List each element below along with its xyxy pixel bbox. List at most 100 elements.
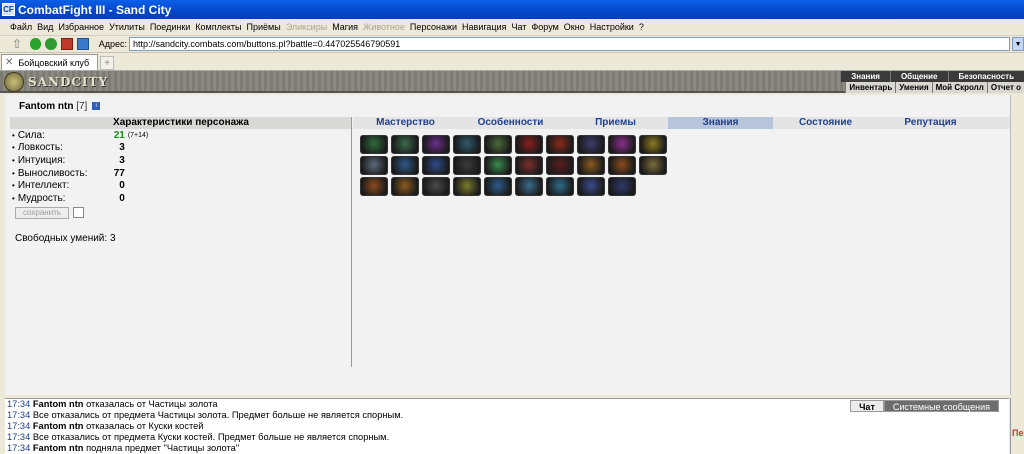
menu-item[interactable]: Приёмы [247, 22, 281, 32]
skill-icon[interactable] [422, 177, 450, 196]
browser-tab[interactable]: ✕ Бойцовский клуб [1, 54, 99, 70]
chat-user[interactable]: Fantom ntn [33, 421, 84, 431]
skill-tab[interactable]: Репутация [878, 117, 983, 129]
skill-icon[interactable] [484, 156, 512, 175]
chat-user[interactable]: Fantom ntn [33, 399, 84, 409]
game-nav-top-item[interactable]: Общение [889, 71, 948, 82]
stat-row: • Интуиция: 3 [10, 154, 352, 167]
skill-tab[interactable]: Мастерство [353, 117, 458, 129]
skill-icon[interactable] [484, 177, 512, 196]
skill-icon[interactable] [515, 177, 543, 196]
game-nav-bottom-item[interactable]: Умения [895, 82, 932, 93]
chat-tabs: Чат Системные сообщения [850, 400, 999, 412]
menu-item[interactable]: Утилиты [109, 22, 145, 32]
stat-name: Интеллект: [17, 180, 70, 192]
game-nav-bottom-item[interactable]: Отчет о [986, 82, 1024, 93]
forward-button-icon[interactable] [45, 38, 58, 50]
skill-icon[interactable] [515, 156, 543, 175]
skill-icon[interactable] [608, 177, 636, 196]
chat-tab[interactable]: Чат [850, 400, 884, 412]
stat-value: 0 [119, 180, 125, 192]
skill-tab[interactable]: Состояние [773, 117, 878, 129]
chat-time[interactable]: 17:34 [7, 399, 30, 409]
menu-item[interactable]: Чат [512, 22, 527, 32]
skill-icon[interactable] [546, 135, 574, 154]
skill-icon[interactable] [391, 177, 419, 196]
chat-time[interactable]: 17:34 [7, 421, 30, 431]
menu-item[interactable]: Персонажи [410, 22, 457, 32]
stat-name: Мудрость: [17, 192, 66, 204]
menu-item[interactable]: Навигация [462, 22, 506, 32]
chat-time[interactable]: 17:34 [7, 410, 30, 420]
save-stats-button[interactable]: сохранить [15, 206, 69, 219]
menu-item[interactable]: Магия [332, 22, 358, 32]
close-tab-icon[interactable]: ✕ [5, 57, 13, 68]
skill-icon[interactable] [360, 177, 388, 196]
stop-button-icon[interactable] [61, 38, 73, 50]
menu-item[interactable]: Настройки [590, 22, 634, 32]
skill-icon[interactable] [608, 156, 636, 175]
stats-panel: Характеристики персонажа • Сила: 21 (7+14) •… [10, 117, 352, 267]
side-panel-label: Пе [1012, 428, 1024, 438]
skill-icon[interactable] [484, 135, 512, 154]
menu-item[interactable]: Избранное [58, 22, 104, 32]
game-nav-bottom-item[interactable]: Мой Скролл [931, 82, 987, 93]
skill-icon[interactable] [391, 135, 419, 154]
menu-item[interactable]: Файл [10, 22, 32, 32]
chat-time[interactable]: 17:34 [7, 443, 30, 453]
address-dropdown-icon[interactable]: ▼ [1012, 37, 1024, 51]
reload-button-icon[interactable] [76, 38, 89, 50]
menu-item[interactable]: Комплекты [195, 22, 241, 32]
skill-icon[interactable] [391, 156, 419, 175]
chat-line: 17:34 Все отказались от предмета Куски к… [5, 432, 1009, 443]
game-nav-top-item[interactable]: Безопасность [947, 71, 1024, 82]
menu-bar: Файл Вид Избранное Утилиты Поединки Комплекты… [0, 19, 1024, 36]
skill-icon[interactable] [577, 177, 605, 196]
menu-item[interactable]: ? [639, 22, 644, 32]
stat-name: Выносливость: [17, 167, 88, 179]
chat-tab[interactable]: Системные сообщения [883, 400, 999, 412]
skill-tab[interactable]: Знания [668, 117, 773, 129]
skill-tab[interactable]: Особенности [458, 117, 563, 129]
skill-icon[interactable] [608, 135, 636, 154]
menu-item[interactable]: Форум [531, 22, 558, 32]
menu-item[interactable]: Поединки [150, 22, 191, 32]
up-arrow-icon[interactable]: ⇧ [12, 38, 26, 50]
skill-icon[interactable] [422, 156, 450, 175]
skill-icon[interactable] [639, 135, 667, 154]
menu-item[interactable]: Вид [37, 22, 53, 32]
game-nav-top-item[interactable]: Знания [840, 71, 890, 82]
back-button-icon[interactable] [29, 38, 42, 50]
skill-icon[interactable] [577, 156, 605, 175]
stat-row: • Сила: 21 (7+14) [10, 129, 352, 142]
game-nav-bottom-item[interactable]: Инвентарь [845, 82, 896, 93]
bullet-icon: • [12, 168, 15, 178]
window-titlebar: CF CombatFight III - Sand City [0, 0, 1024, 19]
skill-icon[interactable] [515, 135, 543, 154]
address-input[interactable] [129, 37, 1011, 51]
skill-icon[interactable] [639, 156, 667, 175]
skill-icon[interactable] [422, 135, 450, 154]
save-checkbox[interactable] [73, 207, 84, 219]
new-tab-button[interactable]: + [100, 56, 115, 70]
skill-icon[interactable] [577, 135, 605, 154]
skill-icon[interactable] [453, 177, 481, 196]
bullet-icon: • [12, 181, 15, 191]
stat-extra: (7+14) [127, 131, 149, 139]
menu-item: Животное [362, 22, 405, 32]
skill-icon[interactable] [546, 156, 574, 175]
right-scrollbar[interactable] [1010, 95, 1024, 395]
stat-value: 21 [113, 129, 125, 141]
skill-icon[interactable] [546, 177, 574, 196]
info-icon[interactable]: i [92, 102, 101, 111]
address-bar: ⇧ Адрес: ▼ [0, 36, 1024, 53]
game-header: SANDCITY Знания Общение Безопасность Инвен… [0, 71, 1024, 93]
skill-icon[interactable] [453, 135, 481, 154]
skill-icon[interactable] [360, 156, 388, 175]
skill-icon[interactable] [360, 135, 388, 154]
menu-item[interactable]: Окно [564, 22, 585, 32]
chat-time[interactable]: 17:34 [7, 432, 30, 442]
skill-icon[interactable] [453, 156, 481, 175]
skill-tab[interactable]: Приемы [563, 117, 668, 129]
chat-user[interactable]: Fantom ntn [33, 443, 84, 453]
